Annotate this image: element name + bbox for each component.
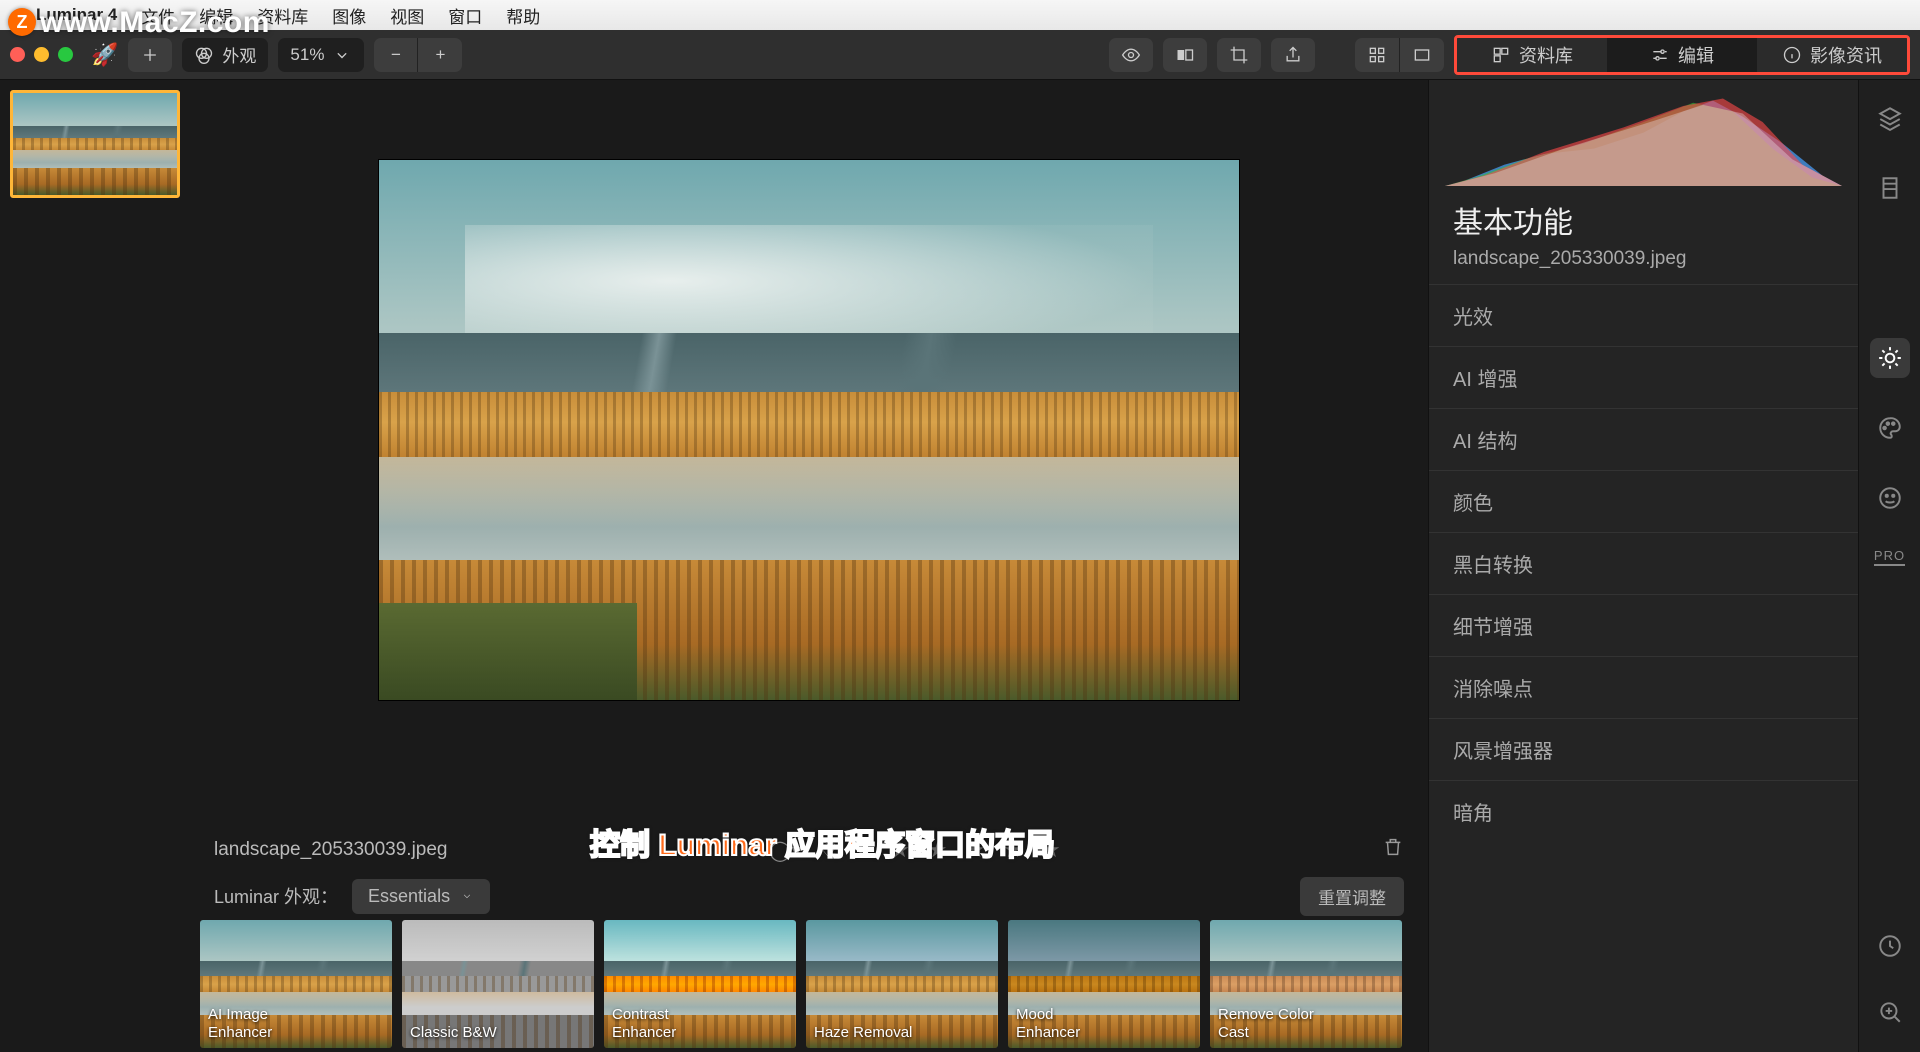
histogram[interactable] (1445, 90, 1842, 186)
right-panel: 基本功能 landscape_205330039.jpeg 光效 AI 增强 A… (1428, 80, 1858, 1052)
rail-essentials-icon[interactable] (1870, 338, 1910, 378)
zoom-out-button[interactable]: − (374, 38, 418, 72)
mode-tab-library[interactable]: 资料库 (1457, 38, 1607, 72)
looks-prefix: Luminar 外观： (214, 883, 338, 909)
close-window-button[interactable] (10, 47, 25, 62)
menu-window[interactable]: 窗口 (448, 3, 482, 28)
look-label: Remove Color Cast (1218, 1006, 1314, 1042)
compare-icon (1175, 45, 1195, 65)
look-haze-removal[interactable]: Haze Removal (806, 920, 998, 1048)
looks-category-dropdown[interactable]: Essentials (352, 879, 490, 914)
add-button[interactable] (128, 38, 172, 72)
single-view-button[interactable] (1400, 38, 1444, 72)
rail-pro-label[interactable]: PRO (1874, 548, 1905, 566)
rail-history-icon[interactable] (1870, 926, 1910, 966)
rail-layers-icon[interactable] (1870, 98, 1910, 138)
preview-toggle-button[interactable] (1109, 38, 1153, 72)
chevron-down-icon (460, 889, 474, 903)
macos-menubar: Luminar 4 文件 编辑 资料库 图像 视图 窗口 帮助 (0, 0, 1920, 30)
share-icon (1283, 45, 1303, 65)
watermark-text: www.MacZ.com (40, 6, 270, 40)
look-label: Haze Removal (814, 1024, 912, 1042)
tool-rail: PRO (1858, 80, 1920, 1052)
looks-category-label: Essentials (368, 886, 450, 907)
panel-item-bw[interactable]: 黑白转换 (1429, 532, 1858, 594)
panel-item-vignette[interactable]: 暗角 (1429, 780, 1858, 842)
grid-view-button[interactable] (1355, 38, 1400, 72)
mode-tab-info-label: 影像资讯 (1810, 42, 1882, 68)
panel-item-landscape[interactable]: 风景增强器 (1429, 718, 1858, 780)
fullscreen-window-button[interactable] (58, 47, 73, 62)
watermark-logo-icon: Z (8, 8, 36, 36)
filmstrip-left (0, 80, 190, 1052)
menu-view[interactable]: 视图 (390, 3, 424, 28)
look-classic-bw[interactable]: Classic B&W (402, 920, 594, 1048)
panel-item-detail[interactable]: 细节增强 (1429, 594, 1858, 656)
panel-item-ai-structure[interactable]: AI 结构 (1429, 408, 1858, 470)
looks-strip: AI Image Enhancer Classic B&W Contrast E… (190, 920, 1428, 1052)
look-contrast-enhancer[interactable]: Contrast Enhancer (604, 920, 796, 1048)
canvas[interactable] (190, 80, 1428, 828)
look-label: Mood Enhancer (1016, 1006, 1080, 1042)
thumbnail-selected[interactable] (10, 90, 180, 198)
rail-canvas-icon[interactable] (1870, 168, 1910, 208)
rail-creative-icon[interactable] (1870, 408, 1910, 448)
look-ai-image-enhancer[interactable]: AI Image Enhancer (200, 920, 392, 1048)
rail-zoom-icon[interactable] (1870, 992, 1910, 1032)
toolbar: 🚀 外观 51% − + 资料库 编辑 影像资讯 (0, 30, 1920, 80)
window-controls (10, 47, 73, 62)
mode-tab-library-label: 资料库 (1519, 42, 1573, 68)
zoom-in-button[interactable]: + (418, 38, 462, 72)
sliders-icon (1650, 45, 1670, 65)
menu-image[interactable]: 图像 (332, 3, 366, 28)
grid-icon (1367, 45, 1387, 65)
panel-filename: landscape_205330039.jpeg (1429, 246, 1858, 284)
looks-bar: Luminar 外观： Essentials 重置调整 (190, 872, 1428, 920)
panel-item-color[interactable]: 颜色 (1429, 470, 1858, 532)
eye-icon (1121, 45, 1141, 65)
looks-icon (194, 45, 214, 65)
appearance-button[interactable]: 外观 (182, 38, 268, 72)
zoom-value: 51% (290, 45, 324, 65)
panel-item-ai-enhance[interactable]: AI 增强 (1429, 346, 1858, 408)
look-mood-enhancer[interactable]: Mood Enhancer (1008, 920, 1200, 1048)
mode-tabs-highlight: 资料库 编辑 影像资讯 (1454, 35, 1910, 75)
share-button[interactable] (1271, 38, 1315, 72)
mode-tab-edit[interactable]: 编辑 (1607, 38, 1757, 72)
rocket-icon[interactable]: 🚀 (91, 42, 118, 68)
look-label: Classic B&W (410, 1024, 497, 1042)
look-label: AI Image Enhancer (208, 1006, 272, 1042)
panel-item-denoise[interactable]: 消除噪点 (1429, 656, 1858, 718)
single-icon (1412, 45, 1432, 65)
rail-portrait-icon[interactable] (1870, 478, 1910, 518)
look-remove-color-cast[interactable]: Remove Color Cast (1210, 920, 1402, 1048)
reset-label: 重置调整 (1318, 889, 1386, 908)
mode-tab-info[interactable]: 影像资讯 (1757, 38, 1907, 72)
look-label: Contrast Enhancer (612, 1006, 676, 1042)
zoom-dropdown[interactable]: 51% (278, 38, 364, 72)
compare-button[interactable] (1163, 38, 1207, 72)
library-icon (1491, 45, 1511, 65)
mode-tab-edit-label: 编辑 (1678, 42, 1714, 68)
panel-item-light[interactable]: 光效 (1429, 284, 1858, 346)
menu-help[interactable]: 帮助 (506, 3, 540, 28)
panel-title: 基本功能 (1429, 192, 1858, 246)
trash-button[interactable] (1382, 836, 1404, 864)
info-icon (1782, 45, 1802, 65)
appearance-label: 外观 (222, 42, 256, 67)
crop-icon (1229, 45, 1249, 65)
annotation-caption: 控制 Luminar 应用程序窗口的布局 (590, 820, 1055, 864)
crop-button[interactable] (1217, 38, 1261, 72)
reset-adjustments-button[interactable]: 重置调整 (1300, 877, 1404, 916)
minimize-window-button[interactable] (34, 47, 49, 62)
chevron-down-icon (332, 45, 352, 65)
filename-label: landscape_205330039.jpeg (214, 839, 448, 861)
main-photo (379, 160, 1239, 700)
